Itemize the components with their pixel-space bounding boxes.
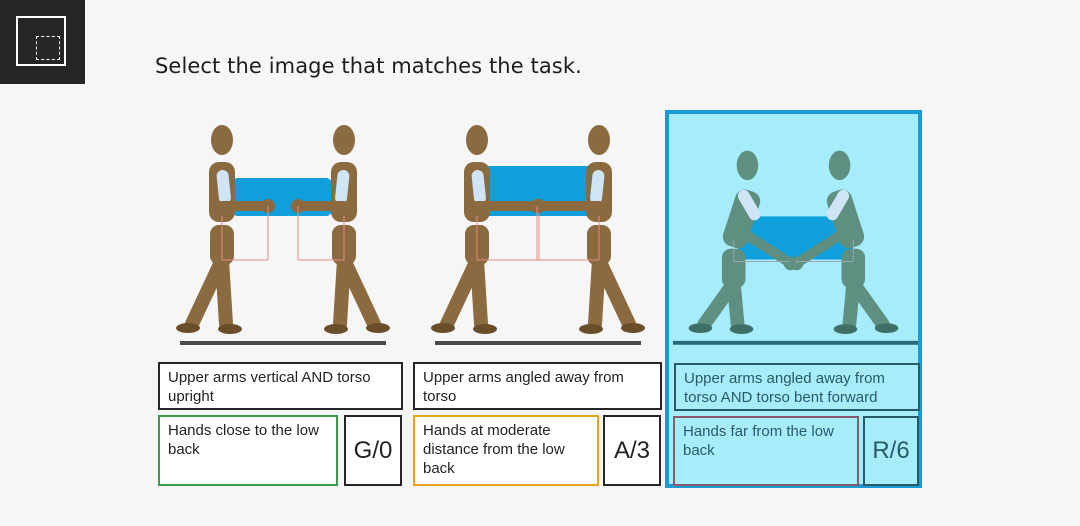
foot [324,324,348,334]
task-prompt: Select the image that matches the task. [155,54,582,78]
posture-description: Upper arms angled away from torso [413,362,662,410]
posture-description: Upper arms angled away from torso AND to… [674,363,920,411]
lifting-illustration [669,114,918,354]
hands-description: Hands close to the low back [158,415,338,486]
front-leg [842,276,861,332]
score-tile: G/0 [344,415,402,486]
floor-line [672,340,918,345]
front-leg [470,253,488,331]
option-card-a3[interactable]: Upper arms angled away from torso Hands … [411,112,665,486]
front-leg [333,253,351,331]
head [211,125,233,155]
mannequin-figure [291,125,390,334]
front-leg [726,276,745,332]
foot [621,323,645,333]
lifting-illustration [156,112,410,352]
foot [176,323,200,333]
score-tile: A/3 [603,415,661,486]
foot [688,323,713,334]
head [828,150,851,181]
option-card-r6[interactable]: Upper arms angled away from torso AND to… [665,110,922,488]
mannequin-figure [176,125,275,334]
foot [431,323,455,333]
front-leg [215,253,233,331]
foot [729,324,754,334]
foot [874,323,899,334]
lifting-illustration [411,112,665,352]
head [333,125,355,155]
floor-line [435,341,641,345]
hands-description: Hands far from the low back [673,416,859,486]
select-region-button[interactable] [0,0,85,84]
frame-icon [16,16,66,66]
head [736,150,759,181]
foot [833,324,858,334]
head [466,125,488,155]
mannequin-figure [431,125,546,334]
score-tile: R/6 [863,416,919,486]
dashed-selection-icon [36,36,60,60]
mannequin-figure [530,125,645,334]
foot [579,324,603,334]
floor-line [180,341,386,345]
head [588,125,610,155]
hands-description: Hands at moderate distance from the low … [413,415,599,486]
front-leg [588,253,606,331]
option-card-g0[interactable]: Upper arms vertical AND torso upright Ha… [156,112,410,486]
foot [218,324,242,334]
foot [473,324,497,334]
foot [366,323,390,333]
posture-description: Upper arms vertical AND torso upright [158,362,403,410]
